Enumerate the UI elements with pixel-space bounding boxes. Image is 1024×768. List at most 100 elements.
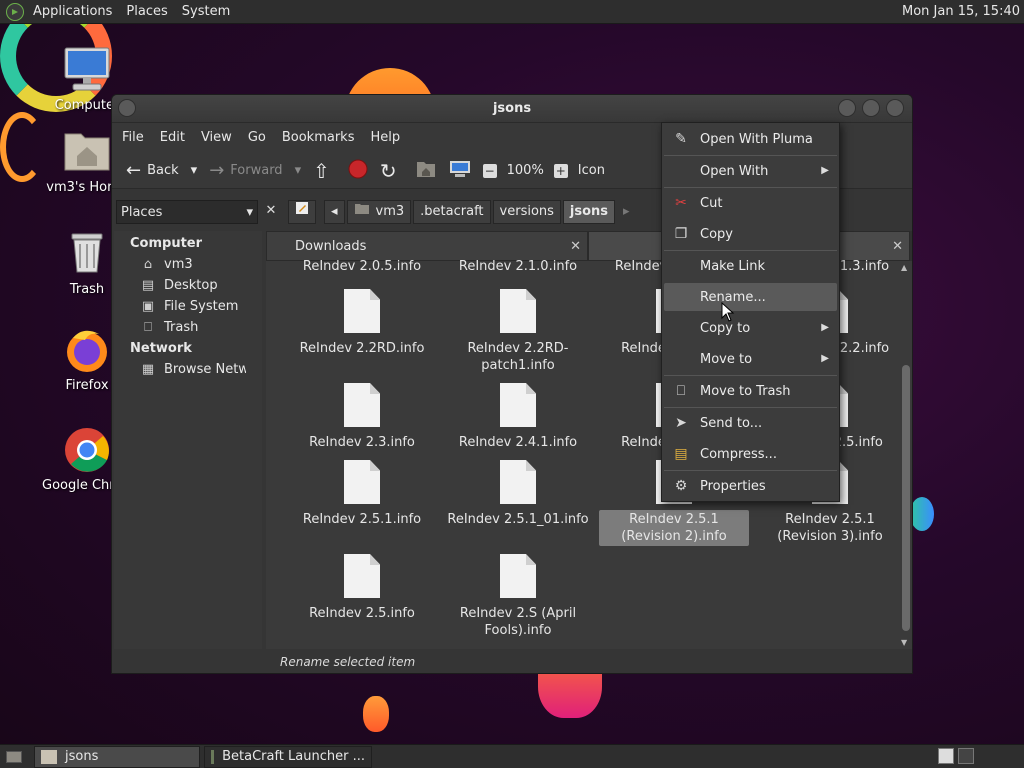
maximize-button[interactable] — [862, 99, 880, 117]
distro-logo-icon[interactable] — [6, 2, 24, 21]
menu-file[interactable]: File — [114, 123, 152, 153]
document-icon — [344, 289, 380, 333]
forward-history-dropdown[interactable]: ▾ — [289, 156, 308, 186]
file-item[interactable]: ReIndev 2.3.info — [282, 383, 442, 452]
taskbar-item-betacraft[interactable]: BetaCraft Launcher ... — [204, 745, 372, 768]
menu-item-move-to-trash[interactable]: ⎕ Move to Trash — [664, 377, 837, 405]
home-button[interactable] — [409, 156, 443, 186]
file-item[interactable]: ReIndev 2.5.1_01.info — [438, 460, 598, 529]
sidebar-item-trash[interactable]: ⎕ Trash — [114, 317, 262, 338]
menu-item-label: Compress... — [700, 446, 777, 462]
sidebar-item-label: Desktop — [164, 278, 218, 293]
menu-item-cut[interactable]: ✂ Cut — [664, 189, 837, 217]
crumb-jsons[interactable]: jsons — [562, 200, 616, 224]
sidebar-item-vm3[interactable]: ⌂ vm3 — [114, 254, 262, 275]
forward-label: Forward — [230, 163, 283, 178]
sidebar-item-label: vm3 — [164, 257, 193, 272]
clock[interactable]: Mon Jan 15, 15:40 — [902, 0, 1020, 24]
menu-item-copy-to[interactable]: Copy to ▶ — [664, 314, 837, 342]
workspace-switcher[interactable] — [958, 748, 974, 764]
system-menu[interactable]: System — [175, 0, 237, 24]
back-history-dropdown[interactable]: ▾ — [185, 156, 204, 186]
file-name: ReIndev 2.5.1 (Revision 2).info — [599, 510, 749, 546]
menu-item-compress[interactable]: ▤ Compress... — [664, 440, 837, 468]
sidebar-close-button[interactable]: ✕ — [260, 200, 282, 224]
file-item[interactable]: ReIndev 2.1.0.info — [438, 257, 598, 276]
home-icon — [354, 200, 370, 224]
zoom-out-button[interactable]: − — [477, 156, 503, 186]
applications-menu[interactable]: Applications — [26, 0, 119, 24]
desktop-folder-icon: ▤ — [141, 277, 155, 293]
show-desktop-button[interactable] — [0, 746, 28, 768]
stop-button[interactable] — [342, 156, 374, 186]
file-item[interactable]: ReIndev 2.2RD.info — [282, 289, 442, 358]
file-item[interactable]: ReIndev 2.2RD-patch1.info — [438, 289, 598, 375]
scroll-up-icon[interactable]: ▲ — [901, 263, 907, 272]
scrollbar-thumb[interactable] — [902, 365, 910, 631]
menu-item-send-to[interactable]: ➤ Send to... — [664, 409, 837, 437]
chevron-down-icon: ▾ — [190, 163, 198, 178]
window-titlebar[interactable]: jsons — [112, 95, 912, 123]
crumb-label: jsons — [569, 204, 609, 219]
minimize-button[interactable] — [838, 99, 856, 117]
file-name: ReIndev 2.3.info — [309, 435, 415, 450]
file-item[interactable]: ReIndev 2.5.1.info — [282, 460, 442, 529]
menu-item-make-link[interactable]: Make Link — [664, 252, 837, 280]
menu-edit[interactable]: Edit — [152, 123, 193, 153]
network-icon: ▦ — [141, 361, 155, 377]
crumb-versions[interactable]: versions — [492, 200, 561, 224]
computer-button[interactable] — [443, 156, 477, 186]
file-item[interactable]: ReIndev 2.5.info — [282, 554, 442, 623]
sidebar-item-browse-network[interactable]: ▦ Browse Network — [114, 359, 262, 380]
menu-item-rename[interactable]: Rename... — [664, 283, 837, 311]
places-menu[interactable]: Places — [119, 0, 174, 24]
menu-item-open-with[interactable]: Open With ▶ — [664, 157, 837, 185]
edit-location-button[interactable] — [288, 200, 316, 224]
crumb-vm3[interactable]: vm3 — [346, 200, 412, 224]
tab-label: Downloads — [295, 239, 367, 254]
wallpaper-orange-arc — [0, 112, 44, 182]
reload-button[interactable]: ↻ — [374, 156, 409, 186]
menu-item-open-with-pluma[interactable]: ✎ Open With Pluma — [664, 125, 837, 153]
chevron-down-icon: ▾ — [246, 204, 253, 220]
file-name: ReIndev 2.5.1_01.info — [447, 512, 589, 527]
sidebar-item-filesystem[interactable]: ▣ File System — [114, 296, 262, 317]
menu-item-label: Open With — [700, 163, 769, 179]
pencil-icon — [295, 200, 309, 224]
menu-item-label: Send to... — [700, 415, 763, 431]
file-item[interactable]: ReIndev 2.4.1.info — [438, 383, 598, 452]
context-menu: ✎ Open With Pluma Open With ▶ ✂ Cut ❐ Co… — [661, 122, 840, 502]
crumb-betacraft[interactable]: .betacraft — [413, 200, 491, 224]
sidebar-item-desktop[interactable]: ▤ Desktop — [114, 275, 262, 296]
menu-go[interactable]: Go — [240, 123, 274, 153]
view-mode-combo[interactable]: Icon View — [574, 156, 604, 186]
computer-icon — [63, 46, 111, 94]
copy-icon: ❐ — [674, 226, 688, 242]
scissors-icon: ✂ — [675, 195, 687, 211]
file-item[interactable]: ReIndev 2.0.5.info — [282, 257, 442, 276]
zoom-in-button[interactable]: + — [548, 156, 574, 186]
menu-view[interactable]: View — [193, 123, 240, 153]
menu-help[interactable]: Help — [362, 123, 408, 153]
up-button[interactable]: ⇧ — [307, 156, 342, 186]
menu-item-copy[interactable]: ❐ Copy — [664, 220, 837, 248]
chevron-right-icon: ▸ — [623, 204, 630, 219]
menu-separator — [664, 155, 837, 156]
vertical-scrollbar[interactable]: ▲ ▼ — [900, 261, 910, 647]
crumb-scroll-left[interactable]: ◂ — [324, 200, 345, 224]
back-arrow-icon: ← — [126, 160, 142, 181]
close-button[interactable] — [886, 99, 904, 117]
menu-item-move-to[interactable]: Move to ▶ — [664, 345, 837, 373]
menu-item-properties[interactable]: ⚙ Properties — [664, 472, 837, 500]
back-button[interactable]: ← Back — [120, 156, 185, 186]
workspace-switcher[interactable] — [938, 748, 954, 764]
places-combo[interactable]: Places ▾ — [116, 200, 258, 224]
scroll-down-icon[interactable]: ▼ — [901, 638, 907, 647]
document-icon — [344, 383, 380, 427]
file-item[interactable]: ReIndev 2.S (April Fools).info — [438, 554, 598, 640]
taskbar-item-jsons[interactable]: jsons — [34, 745, 200, 768]
crumb-scroll-right[interactable]: ▸ — [617, 200, 636, 224]
menu-bookmarks[interactable]: Bookmarks — [274, 123, 363, 153]
file-name: ReIndev 2.2RD.info — [299, 341, 425, 356]
forward-button[interactable]: → Forward — [203, 156, 288, 186]
